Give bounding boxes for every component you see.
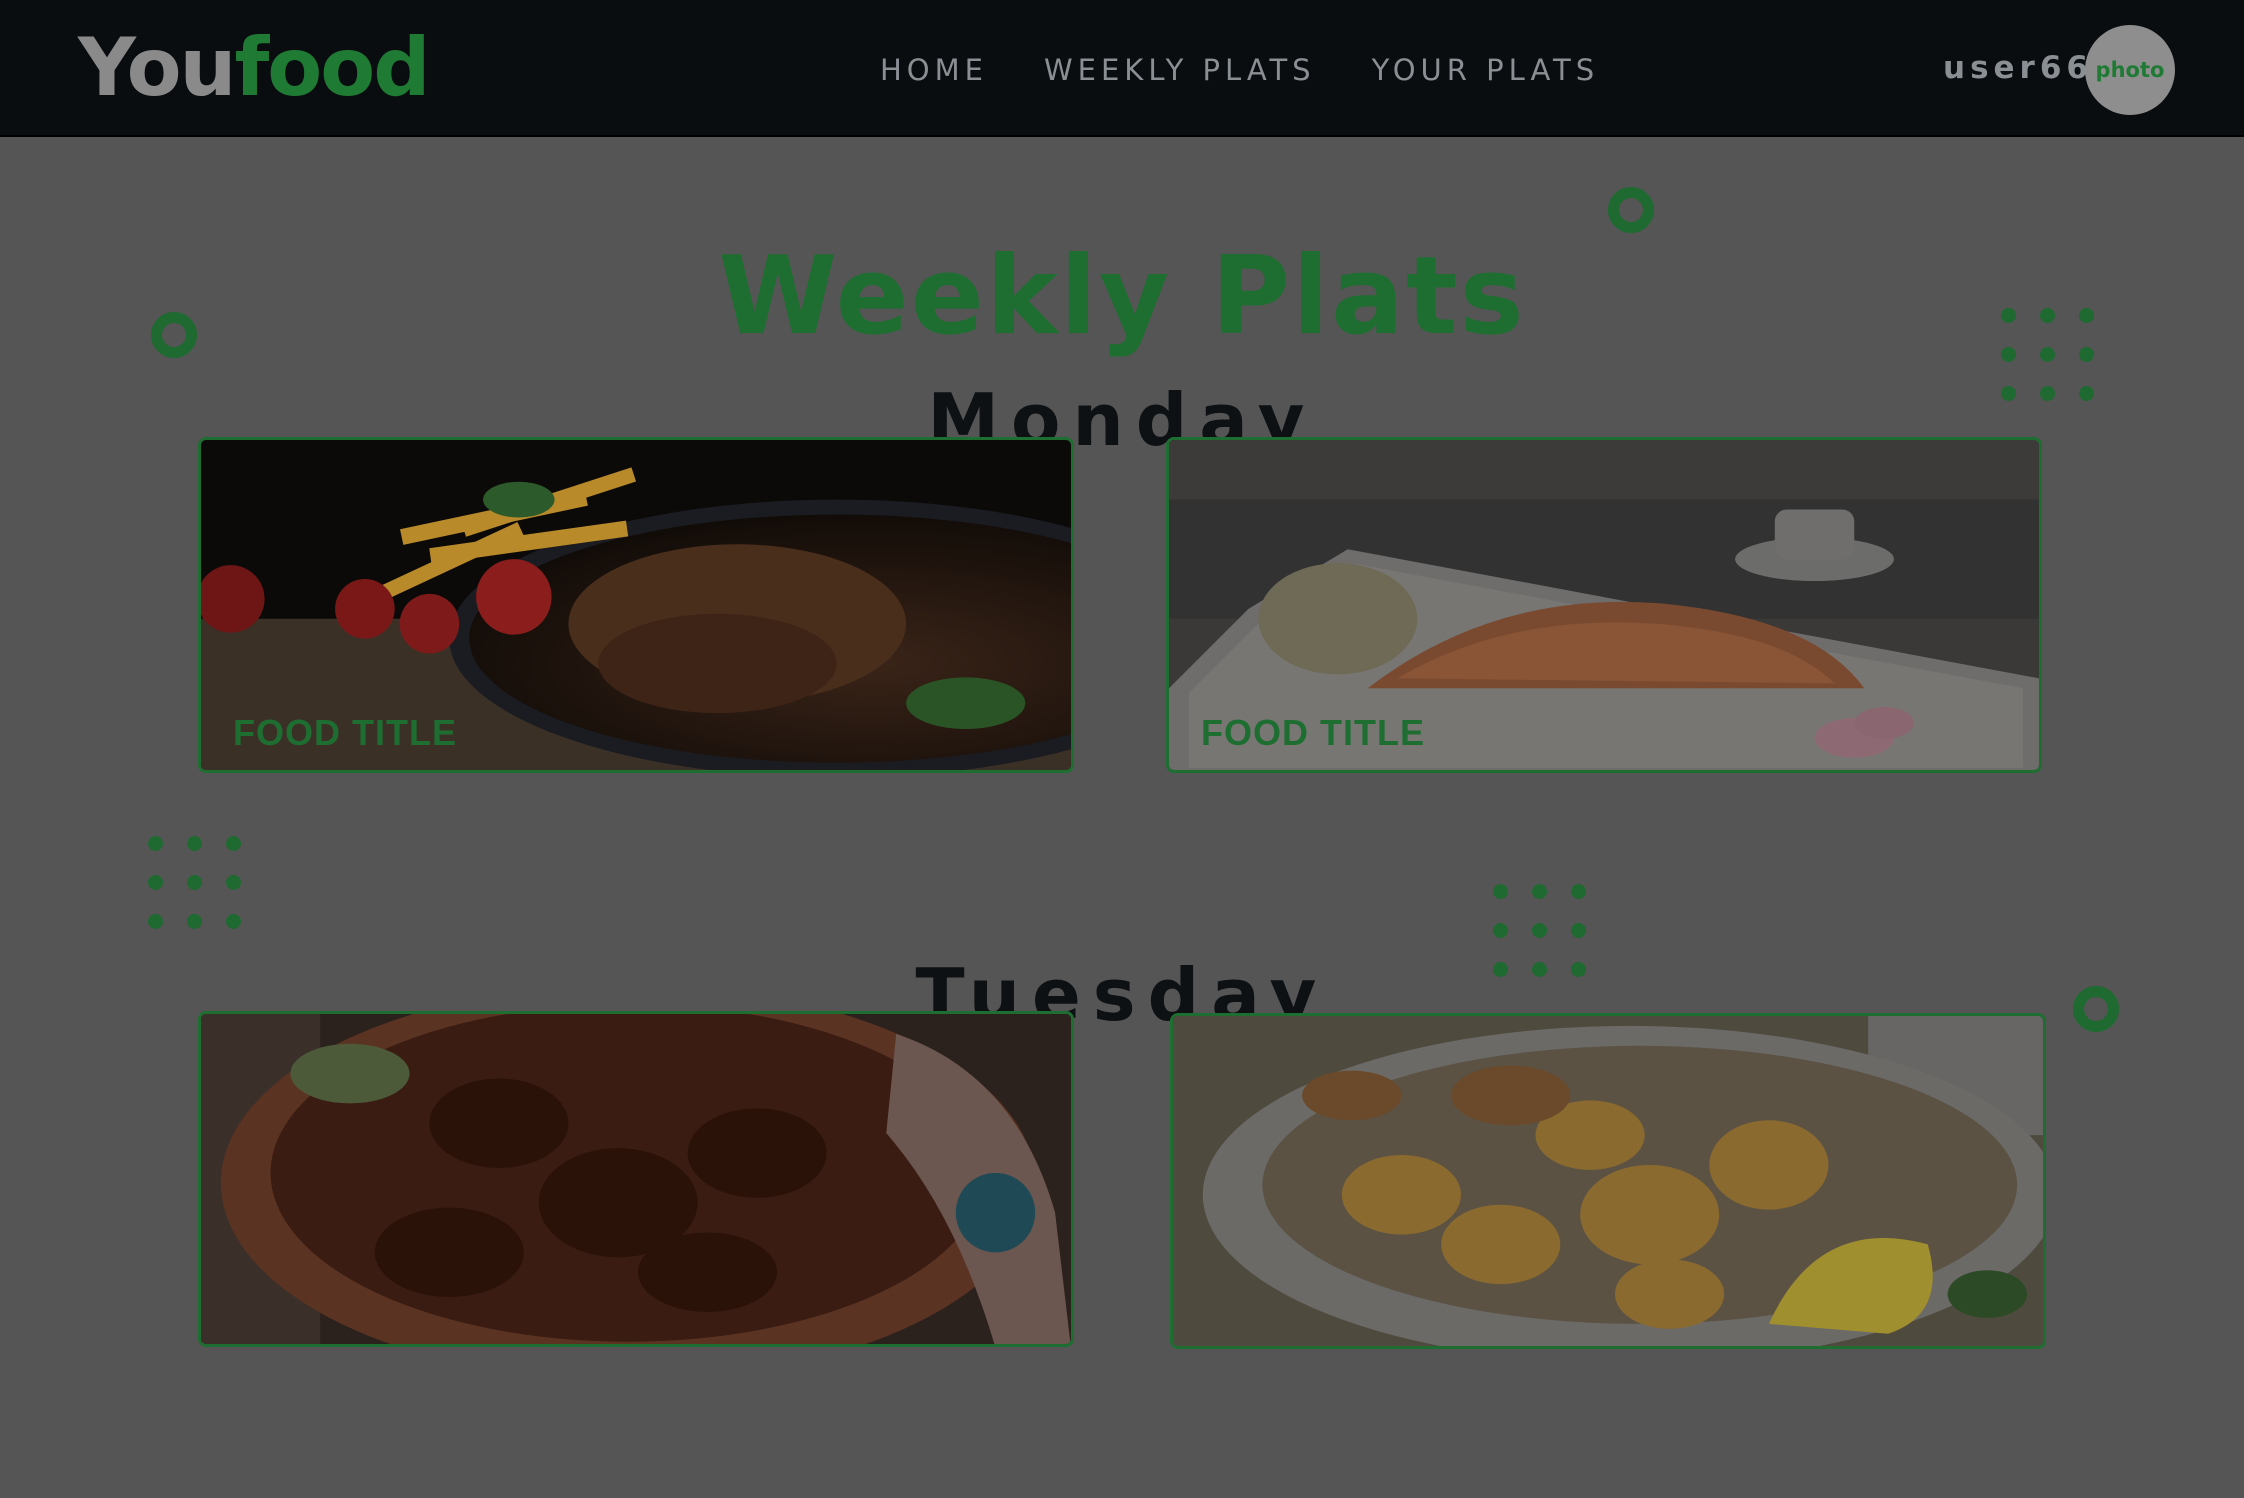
navbar: Youfood HOME WEEKLY PLATS YOUR PLATS use… <box>0 0 2244 137</box>
avatar[interactable]: photo <box>2085 25 2175 115</box>
username[interactable]: user66 <box>1943 50 2093 86</box>
food-card[interactable] <box>1170 1013 2046 1349</box>
nav-weekly-plats[interactable]: WEEKLY PLATS <box>1044 53 1316 87</box>
logo-you: You <box>78 21 236 114</box>
food-card[interactable] <box>198 1011 1074 1347</box>
main-nav: HOME WEEKLY PLATS YOUR PLATS <box>880 48 1599 92</box>
page-title: Weekly Plats <box>718 234 1526 360</box>
fried-calamari-photo <box>1173 1016 2043 1346</box>
decor-ring-icon <box>151 312 197 358</box>
nav-home[interactable]: HOME <box>880 53 988 87</box>
food-title: FOOD TITLE <box>233 712 457 753</box>
decor-dots-icon <box>148 836 241 929</box>
food-card[interactable]: FOOD TITLE <box>198 437 1074 773</box>
nav-your-plats[interactable]: YOUR PLATS <box>1372 53 1600 87</box>
fried-meat-bowl-photo <box>201 1014 1071 1344</box>
brand-logo[interactable]: Youfood <box>78 18 431 118</box>
food-title: FOOD TITLE <box>1201 712 1425 753</box>
avatar-label: photo <box>2095 58 2165 82</box>
logo-food: food <box>234 21 431 114</box>
food-card[interactable]: FOOD TITLE <box>1166 437 2042 773</box>
decor-ring-icon <box>1608 187 1654 233</box>
